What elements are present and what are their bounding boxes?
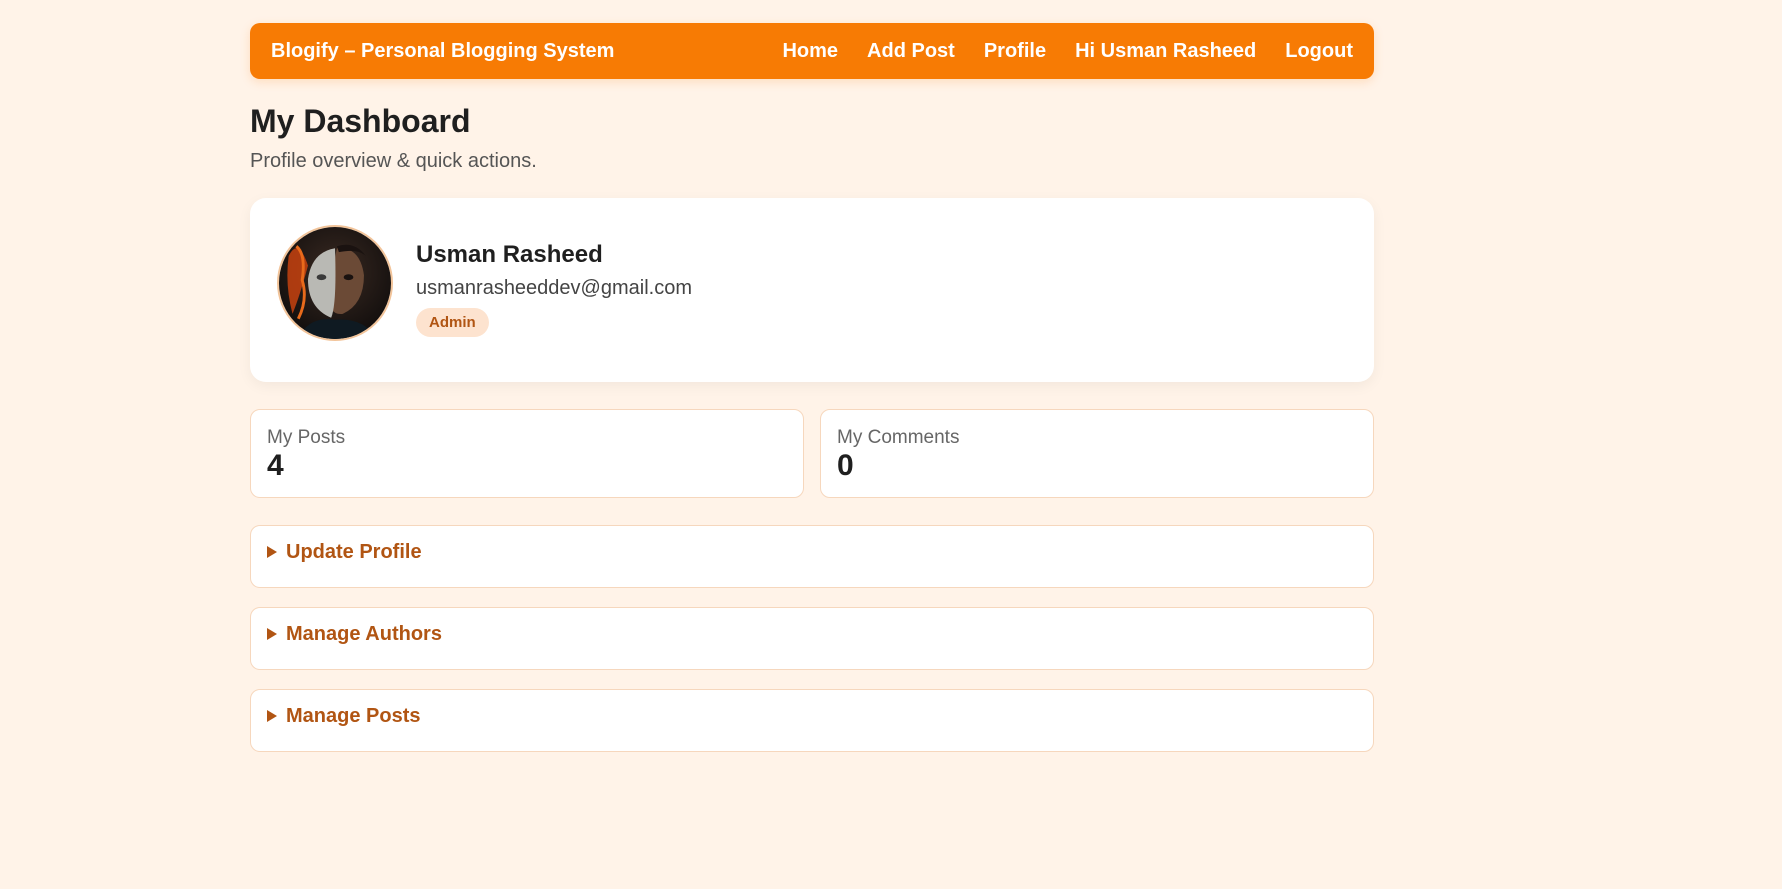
stat-value: 4	[267, 449, 284, 482]
section-label: Manage Authors	[286, 623, 442, 645]
avatar	[277, 225, 393, 341]
nav-links: Home Add Post Profile Hi Usman Rasheed L…	[782, 40, 1353, 63]
top-navbar: Blogify – Personal Blogging System Home …	[250, 23, 1374, 79]
section-manage-authors[interactable]: Manage Authors	[250, 607, 1374, 670]
profile-email: usmanrasheeddev@gmail.com	[416, 277, 692, 299]
stat-card-posts: My Posts 4	[250, 409, 804, 498]
profile-name: Usman Rasheed	[416, 241, 603, 268]
nav-logout-link[interactable]: Logout	[1285, 40, 1353, 63]
role-badge: Admin	[416, 308, 489, 337]
nav-user-greeting-link[interactable]: Hi Usman Rasheed	[1075, 40, 1256, 63]
section-label: Update Profile	[286, 541, 422, 563]
nav-home-link[interactable]: Home	[782, 40, 838, 63]
stat-label: My Comments	[837, 427, 960, 448]
section-update-profile[interactable]: Update Profile	[250, 525, 1374, 588]
brand-link[interactable]: Blogify – Personal Blogging System	[271, 40, 614, 63]
page-title: My Dashboard	[250, 103, 471, 139]
user-avatar-icon	[279, 227, 391, 339]
profile-card: Usman Rasheed usmanrasheeddev@gmail.com …	[250, 198, 1374, 382]
nav-profile-link[interactable]: Profile	[984, 40, 1046, 63]
section-label: Manage Posts	[286, 705, 421, 727]
stat-label: My Posts	[267, 427, 346, 448]
expand-triangle-icon	[267, 628, 277, 640]
stat-value: 0	[837, 449, 854, 482]
expand-triangle-icon	[267, 710, 277, 722]
nav-add-post-link[interactable]: Add Post	[867, 40, 955, 63]
page-subtitle: Profile overview & quick actions.	[250, 150, 537, 172]
expand-triangle-icon	[267, 546, 277, 558]
section-manage-posts[interactable]: Manage Posts	[250, 689, 1374, 752]
stat-card-comments: My Comments 0	[820, 409, 1374, 498]
